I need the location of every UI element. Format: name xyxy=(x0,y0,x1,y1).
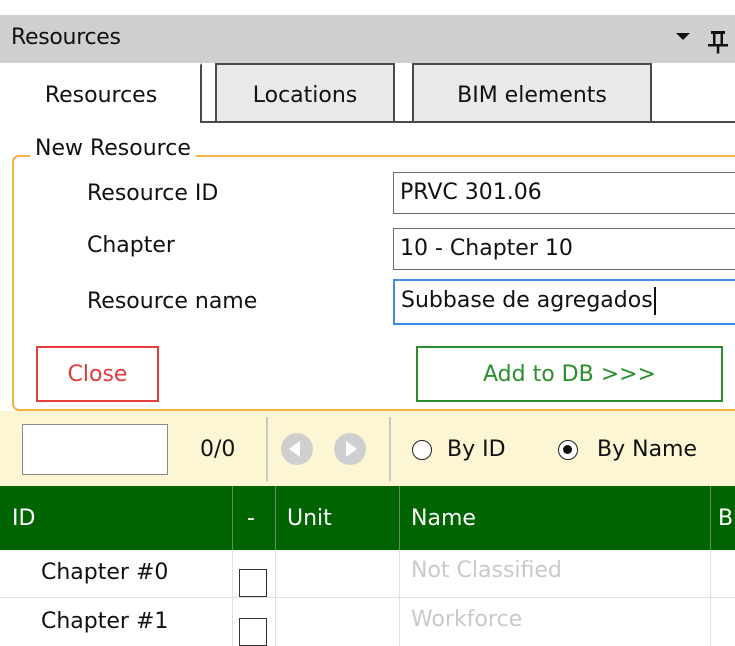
close-button-label: Close xyxy=(67,362,128,387)
panel-title: Resources xyxy=(11,25,121,50)
tab-label: Resources xyxy=(44,83,158,108)
row-checkbox[interactable] xyxy=(239,618,267,646)
cell-name: Workforce xyxy=(411,607,523,632)
column-header-name[interactable]: Name xyxy=(399,486,476,550)
radio-selected-dot xyxy=(563,445,572,454)
column-header-id[interactable]: ID xyxy=(0,486,35,550)
grid-column-line xyxy=(399,550,400,646)
table-row[interactable]: Chapter #1 Workforce xyxy=(0,599,735,646)
tab-strip: Resources Locations BIM elements xyxy=(0,63,735,123)
row-checkbox[interactable] xyxy=(239,569,267,597)
tab-underline xyxy=(202,121,735,123)
grid-column-line xyxy=(232,550,233,646)
resource-id-label: Resource ID xyxy=(87,181,219,206)
cell-name: Not Classified xyxy=(411,558,562,583)
panel-title-bar: Resources xyxy=(0,15,735,63)
record-count: 0/0 xyxy=(200,437,236,462)
resource-name-value: Subbase de agregados xyxy=(401,288,653,313)
radio-by-id-label: By ID xyxy=(447,437,506,462)
grid-column-line xyxy=(710,550,711,646)
new-resource-legend: New Resource xyxy=(30,136,196,161)
table-row[interactable]: Chapter #0 Not Classified xyxy=(0,550,735,598)
chapter-label: Chapter xyxy=(87,233,175,258)
cell-id: Chapter #1 xyxy=(41,609,169,634)
navigator-bar: 0/0 By ID By Name xyxy=(0,411,735,486)
pin-icon[interactable] xyxy=(700,19,735,59)
chapter-value: 10 - Chapter 10 xyxy=(400,236,573,261)
grid-column-line xyxy=(275,550,276,646)
close-button[interactable]: Close xyxy=(36,346,159,402)
tab-bim-elements[interactable]: BIM elements xyxy=(412,63,652,123)
add-to-db-label: Add to DB >>> xyxy=(483,362,656,387)
radio-by-name-label: By Name xyxy=(597,437,698,462)
resource-id-field[interactable]: PRVC 301.06 xyxy=(393,172,735,214)
tab-label: Locations xyxy=(252,83,358,108)
column-header-b[interactable]: B xyxy=(710,486,733,550)
resource-name-input[interactable]: Subbase de agregados xyxy=(393,279,735,325)
navigator-search-input[interactable] xyxy=(22,424,168,475)
column-header-check[interactable]: - xyxy=(232,486,255,550)
dropdown-arrow-icon[interactable] xyxy=(676,33,690,40)
add-to-db-button[interactable]: Add to DB >>> xyxy=(416,346,723,402)
tab-label: BIM elements xyxy=(457,83,607,108)
tab-resources[interactable]: Resources xyxy=(0,63,202,123)
column-header-unit[interactable]: Unit xyxy=(275,486,332,550)
separator xyxy=(389,417,391,481)
separator xyxy=(266,417,268,481)
grid-header: ID - Unit Name B xyxy=(0,486,735,550)
text-caret xyxy=(653,287,656,315)
resource-id-value: PRVC 301.06 xyxy=(400,180,542,205)
tab-locations[interactable]: Locations xyxy=(215,63,395,123)
next-icon[interactable] xyxy=(334,433,366,465)
chapter-select[interactable]: 10 - Chapter 10 xyxy=(393,228,735,270)
radio-by-id[interactable] xyxy=(412,440,432,460)
previous-icon[interactable] xyxy=(281,433,313,465)
radio-by-name[interactable] xyxy=(558,440,578,460)
resource-name-label: Resource name xyxy=(87,289,258,314)
cell-id: Chapter #0 xyxy=(41,560,169,585)
